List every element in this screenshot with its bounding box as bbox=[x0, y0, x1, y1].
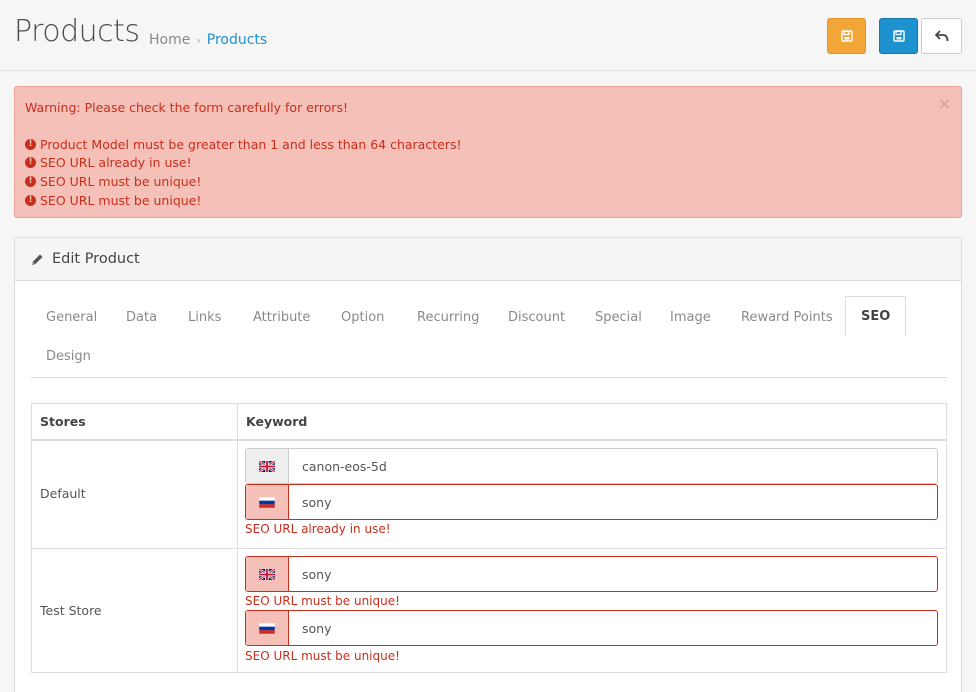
keyword-input-group bbox=[245, 484, 938, 520]
breadcrumb-separator: › bbox=[196, 33, 201, 47]
header-divider bbox=[32, 439, 946, 441]
tab-option[interactable]: Option bbox=[341, 310, 384, 325]
uk-flag-icon bbox=[259, 460, 275, 472]
back-button[interactable] bbox=[921, 18, 962, 54]
page-header: Products Home › Products bbox=[0, 0, 976, 71]
tab-data[interactable]: Data bbox=[126, 310, 157, 325]
column-header-keyword: Keyword bbox=[246, 414, 308, 429]
ru-flag-icon bbox=[259, 496, 275, 508]
field-error-text: SEO URL already in use! bbox=[245, 522, 391, 536]
column-header-stores: Stores bbox=[40, 414, 86, 429]
tab-bar: General Data Links Attribute Option Recu… bbox=[31, 296, 947, 378]
store-name: Default bbox=[40, 486, 86, 501]
seo-keyword-input[interactable] bbox=[289, 485, 937, 519]
keyword-input-group bbox=[245, 610, 938, 646]
breadcrumb: Home › Products bbox=[149, 32, 267, 48]
row-divider bbox=[32, 548, 946, 549]
error-alert: Warning: Please check the form carefully… bbox=[14, 86, 962, 218]
panel-title: Edit Product bbox=[52, 251, 140, 267]
alert-error-item: ! SEO URL already in use! bbox=[25, 154, 192, 170]
language-addon bbox=[246, 557, 289, 591]
exclamation-circle-icon: ! bbox=[25, 138, 36, 150]
uk-flag-icon bbox=[259, 568, 275, 580]
breadcrumb-products[interactable]: Products bbox=[207, 32, 267, 48]
seo-keyword-input[interactable] bbox=[289, 557, 937, 591]
save-icon bbox=[840, 30, 853, 42]
tab-reward-points[interactable]: Reward Points bbox=[741, 310, 833, 325]
panel-heading: Edit Product bbox=[15, 238, 961, 281]
save-icon bbox=[892, 30, 905, 42]
exclamation-circle-icon: ! bbox=[25, 175, 36, 187]
tab-attribute[interactable]: Attribute bbox=[253, 310, 310, 325]
language-addon bbox=[246, 485, 289, 519]
ru-flag-icon bbox=[259, 622, 275, 634]
tab-links[interactable]: Links bbox=[188, 310, 221, 325]
exclamation-circle-icon: ! bbox=[25, 156, 36, 168]
language-addon bbox=[246, 611, 289, 645]
exclamation-circle-icon: ! bbox=[25, 194, 36, 206]
alert-error-item: ! SEO URL must be unique! bbox=[25, 192, 201, 208]
edit-product-panel: Edit Product General Data Links Attribut… bbox=[14, 237, 962, 692]
tab-design[interactable]: Design bbox=[46, 349, 91, 364]
tab-seo[interactable]: SEO bbox=[845, 296, 907, 337]
reply-icon bbox=[934, 30, 948, 42]
pencil-icon bbox=[32, 254, 43, 265]
tab-recurring[interactable]: Recurring bbox=[417, 310, 479, 325]
save-button[interactable] bbox=[879, 18, 918, 54]
alert-title: Warning: Please check the form carefully… bbox=[25, 99, 348, 115]
field-error-text: SEO URL must be unique! bbox=[245, 594, 400, 608]
keyword-input-group bbox=[245, 556, 938, 592]
seo-keyword-input[interactable] bbox=[289, 449, 937, 483]
keyword-input-group bbox=[245, 448, 938, 484]
alert-error-item: ! SEO URL must be unique! bbox=[25, 173, 201, 189]
tab-discount[interactable]: Discount bbox=[508, 310, 565, 325]
tab-image[interactable]: Image bbox=[670, 310, 711, 325]
page-title: Products bbox=[14, 14, 140, 49]
field-error-text: SEO URL must be unique! bbox=[245, 649, 400, 663]
alert-error-item: ! Product Model must be greater than 1 a… bbox=[25, 136, 461, 152]
save-button-warning[interactable] bbox=[827, 18, 866, 54]
tab-special[interactable]: Special bbox=[595, 310, 642, 325]
breadcrumb-home[interactable]: Home bbox=[149, 32, 190, 48]
seo-keyword-input[interactable] bbox=[289, 611, 937, 645]
language-addon bbox=[246, 449, 289, 483]
seo-keyword-table: Stores Keyword Default canon-eos-5d sony… bbox=[31, 403, 947, 673]
column-divider bbox=[237, 404, 238, 672]
store-name: Test Store bbox=[40, 603, 102, 618]
alert-close-button[interactable]: × bbox=[938, 96, 951, 112]
tab-general[interactable]: General bbox=[46, 310, 97, 325]
